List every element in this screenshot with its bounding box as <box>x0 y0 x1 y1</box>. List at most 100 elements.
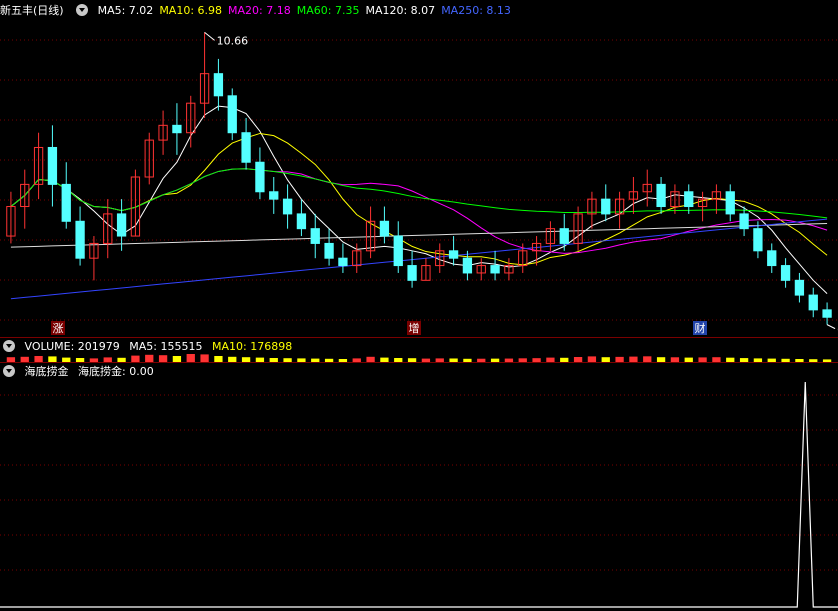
volume-bar <box>172 356 182 362</box>
volume-bar <box>477 358 486 362</box>
grid-lines <box>0 39 838 571</box>
volume-bar <box>822 359 832 362</box>
high-price-label: 10.66 <box>217 34 249 47</box>
volume-bar <box>89 358 99 362</box>
candle-down <box>393 235 403 267</box>
candle-down <box>808 294 818 311</box>
volume-bar <box>560 357 569 362</box>
candle-down <box>296 213 307 230</box>
volume-bar <box>6 357 16 362</box>
volume-bar <box>739 358 749 362</box>
volume-bar <box>490 358 500 362</box>
volume-bar <box>629 356 638 362</box>
volume-bar <box>753 358 763 362</box>
volume-bar <box>518 358 527 362</box>
candle-down <box>780 265 791 281</box>
volume-bar <box>352 358 361 362</box>
volume-bar <box>269 358 278 362</box>
volume-bar <box>20 356 29 362</box>
candle-down <box>255 161 265 193</box>
event-marker: 涨 <box>53 322 64 335</box>
volume-bar <box>546 357 555 362</box>
volume-bar <box>103 357 112 362</box>
candle-down <box>338 257 348 267</box>
volume-bar <box>795 359 804 362</box>
candle-down <box>172 124 182 134</box>
candle-down <box>462 257 473 274</box>
volume-bar <box>214 356 223 362</box>
indicator-line <box>0 381 838 608</box>
chart-canvas: 10.666.71涨增财 <box>0 31 838 608</box>
candle-down <box>75 220 85 259</box>
volume-bar <box>158 355 168 362</box>
indicator-layer <box>0 381 838 608</box>
moving-average-lines <box>10 105 828 300</box>
event-marker: 财 <box>695 321 706 335</box>
low-pointer <box>826 324 836 330</box>
volume-bar <box>463 358 472 362</box>
volume-bar <box>643 356 652 362</box>
candle-down <box>407 265 417 281</box>
candle-down <box>794 279 805 296</box>
volume-bar <box>726 357 735 362</box>
volume-bar <box>338 359 348 362</box>
candle-down <box>227 95 237 134</box>
volume-bar <box>504 358 514 362</box>
candle-down <box>753 228 763 252</box>
candle-down <box>559 228 569 244</box>
candle-down <box>324 242 334 259</box>
candle-down <box>269 191 279 200</box>
high-pointer <box>204 31 215 41</box>
candle-down <box>684 191 694 208</box>
volume-bar <box>449 358 458 362</box>
volume-bars-layer <box>6 354 832 362</box>
candle-down <box>47 146 58 185</box>
volume-bar <box>573 357 583 362</box>
volume-bar <box>532 358 541 362</box>
candle-down <box>241 132 251 163</box>
volume-bar <box>283 358 292 362</box>
ma60-line <box>10 168 828 219</box>
candle-down <box>739 213 749 230</box>
volume-bar <box>255 357 265 362</box>
volume-bar <box>311 358 320 362</box>
candles-layer <box>6 32 832 325</box>
volume-bar <box>421 358 431 362</box>
candle-down <box>448 250 459 259</box>
candle-down <box>490 265 500 274</box>
candle-down <box>379 220 390 237</box>
volume-bar <box>324 358 334 362</box>
ma250-line <box>10 218 828 300</box>
volume-bar <box>435 358 444 362</box>
volume-bar <box>656 357 666 362</box>
volume-bar <box>670 357 680 362</box>
volume-bar <box>62 357 71 362</box>
volume-bar <box>684 357 693 362</box>
volume-bar <box>394 358 403 362</box>
volume-bar <box>615 356 624 362</box>
candle-down <box>656 183 666 208</box>
candle-down <box>310 228 320 244</box>
candle-down <box>767 250 777 267</box>
volume-bar <box>200 354 209 362</box>
ma20-line <box>10 168 828 254</box>
volume-bar <box>698 357 707 362</box>
volume-bar <box>297 358 306 362</box>
volume-bar <box>809 359 818 362</box>
volume-bar <box>587 356 597 362</box>
volume-bar <box>228 356 237 362</box>
candle-down <box>61 183 71 222</box>
candle-down <box>822 309 832 318</box>
volume-bar <box>366 356 375 362</box>
volume-bar <box>34 356 43 362</box>
volume-bar <box>75 358 85 362</box>
volume-bar <box>145 354 154 362</box>
volume-bar <box>131 355 140 362</box>
candle-down <box>601 198 611 215</box>
volume-bar <box>48 356 57 362</box>
volume-bar <box>781 358 790 362</box>
candle-down <box>213 73 224 97</box>
volume-bar <box>117 357 126 362</box>
volume-bar <box>712 357 721 362</box>
volume-bar <box>601 357 610 362</box>
